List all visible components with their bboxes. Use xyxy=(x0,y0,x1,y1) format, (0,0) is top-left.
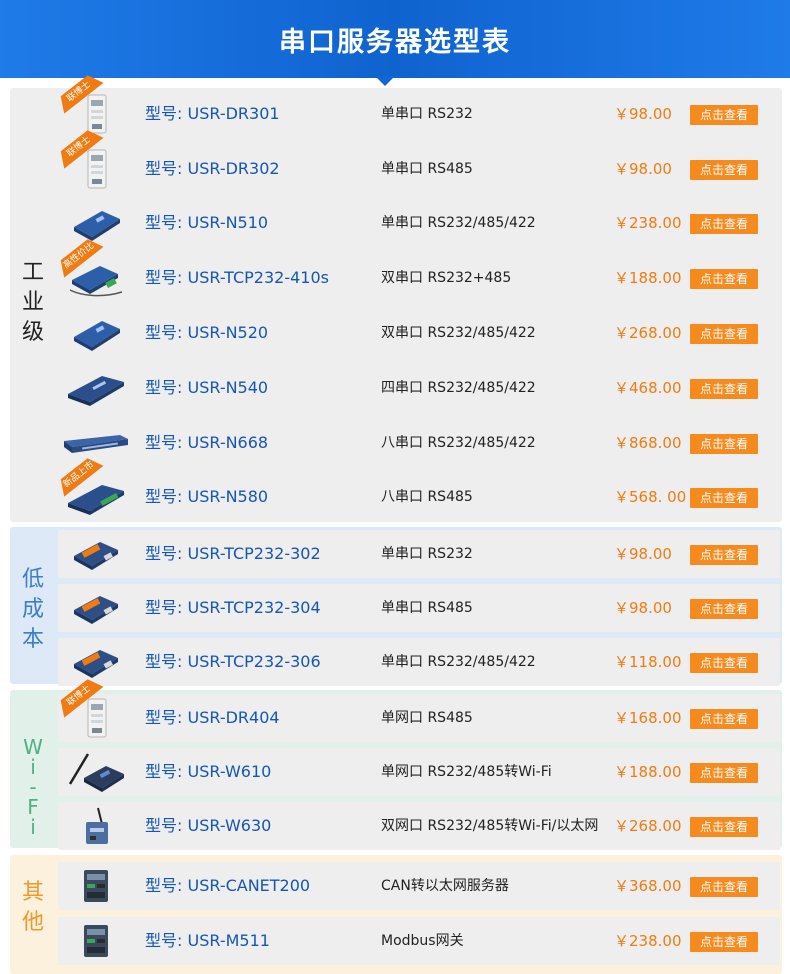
product-description: 八串口 RS232/485/422 xyxy=(381,435,536,451)
product-description: Modbus网关 xyxy=(381,933,464,949)
product-model: 型号: USR-TCP232-304 xyxy=(145,598,321,617)
group-label-char: F xyxy=(27,795,39,819)
product-image-icon xyxy=(62,532,128,576)
product-description: 单串口 RS485 xyxy=(381,161,473,177)
product-model: 型号: USR-N540 xyxy=(145,378,269,397)
page-title: 串口服务器选型表 xyxy=(279,26,511,58)
view-details-button[interactable]: 点击查看 xyxy=(690,709,758,729)
product-model: 型号: USR-W630 xyxy=(145,816,272,835)
product-model: 型号: USR-TCP232-410s xyxy=(145,268,329,287)
product-image-icon xyxy=(62,586,128,630)
product-description: 单串口 RS232/485/422 xyxy=(381,654,536,670)
page-header: 串口服务器选型表 xyxy=(0,0,790,78)
product-model: 型号: USR-N668 xyxy=(145,433,269,452)
group-label-char: 级 xyxy=(21,320,44,345)
view-details-button[interactable]: 点击查看 xyxy=(690,877,758,897)
group-label-char: 其 xyxy=(21,880,44,905)
product-model: 型号: USR-TCP232-302 xyxy=(145,544,321,563)
table-row: 型号: USR-TCP232-304 单串口 RS485 ￥98.00 点击查看 xyxy=(58,584,780,632)
view-details-button[interactable]: 点击查看 xyxy=(690,214,758,234)
group-label-char: 本 xyxy=(21,627,44,652)
product-model: 型号: USR-N580 xyxy=(145,487,269,506)
view-details-button[interactable]: 点击查看 xyxy=(690,269,758,289)
product-description: 四串口 RS232/485/422 xyxy=(381,380,536,396)
table-row: 型号: USR-N520 双串口 RS232/485/422 ￥268.00 点击查看 xyxy=(58,309,780,357)
group-label-char: - xyxy=(29,775,37,799)
product-description: 单串口 RS232 xyxy=(381,106,473,122)
product-image-icon xyxy=(62,864,128,908)
table-row: 型号: USR-N540 四串口 RS232/485/422 ￥468.00 点击查看 xyxy=(58,364,780,412)
product-model: 型号: USR-M511 xyxy=(145,931,270,950)
view-details-button[interactable]: 点击查看 xyxy=(690,160,758,180)
group-label-char: W xyxy=(23,735,43,759)
product-model: 型号: USR-DR301 xyxy=(145,104,280,123)
group-label-char: 业 xyxy=(21,290,44,315)
view-details-button[interactable]: 点击查看 xyxy=(690,932,758,952)
view-details-button[interactable]: 点击查看 xyxy=(690,763,758,783)
table-row: 型号: USR-TCP232-302 单串口 RS232 ￥98.00 点击查看 xyxy=(58,530,780,578)
product-description: 双串口 RS232+485 xyxy=(381,270,512,286)
product-image-icon xyxy=(62,640,128,684)
table-row: 联博士 型号: USR-DR301 单串口 RS232 ￥98.00 点击查看 xyxy=(58,90,780,138)
product-model: 型号: USR-TCP232-306 xyxy=(145,652,321,671)
view-details-button[interactable]: 点击查看 xyxy=(690,434,758,454)
table-row: 联博士 型号: USR-DR404 单网口 RS485 ￥168.00 点击查看 xyxy=(58,694,780,742)
product-image-icon xyxy=(62,421,128,465)
view-details-button[interactable]: 点击查看 xyxy=(690,653,758,673)
view-details-button[interactable]: 点击查看 xyxy=(690,379,758,399)
table-row: 型号: USR-N668 八串口 RS232/485/422 ￥868.00 点击查看 xyxy=(58,419,780,467)
header-notch xyxy=(375,76,395,86)
table-row: 高性价比 型号: USR-TCP232-410s 双串口 RS232+485 ￥188… xyxy=(58,254,780,302)
group-label-char: 低 xyxy=(21,567,44,592)
group-label-char: i xyxy=(30,815,36,839)
product-description: 单串口 RS232 xyxy=(381,546,473,562)
product-description: 单串口 RS485 xyxy=(381,600,473,616)
group-label-char: i xyxy=(30,755,36,779)
view-details-button[interactable]: 点击查看 xyxy=(690,324,758,344)
product-image-icon xyxy=(62,804,128,848)
product-image-icon xyxy=(62,750,128,794)
product-model: 型号: USR-W610 xyxy=(145,762,272,781)
table-row: 联博士 型号: USR-DR302 单串口 RS485 ￥98.00 点击查看 xyxy=(58,145,780,193)
view-details-button[interactable]: 点击查看 xyxy=(690,599,758,619)
table-row: 型号: USR-CANET200 CAN转以太网服务器 ￥368.00 点击查看 xyxy=(58,862,780,910)
product-description: CAN转以太网服务器 xyxy=(381,878,509,894)
product-image-icon xyxy=(62,311,128,355)
table-row: 新品上市 型号: USR-N580 八串口 RS485 ￥568. 00 点击查看 xyxy=(58,473,780,521)
product-description: 双串口 RS232/485/422 xyxy=(381,325,536,341)
group-label-char: 他 xyxy=(21,910,44,935)
product-model: 型号: USR-DR302 xyxy=(145,159,280,178)
group-label-other: 其他 xyxy=(18,878,48,938)
table-row: 型号: USR-M511 Modbus网关 ￥238.00 点击查看 xyxy=(58,917,780,965)
product-model: 型号: USR-N520 xyxy=(145,323,269,342)
product-model: 型号: USR-CANET200 xyxy=(145,876,311,895)
product-model: 型号: USR-DR404 xyxy=(145,708,280,727)
product-image-icon xyxy=(62,201,128,245)
group-label-wifi: Wi-Fi xyxy=(18,737,48,837)
product-description: 双网口 RS232/485转Wi-Fi/以太网 xyxy=(381,818,599,834)
group-label-lowcost: 低成本 xyxy=(18,565,48,655)
product-model: 型号: USR-N510 xyxy=(145,213,269,232)
product-description: 单网口 RS485 xyxy=(381,710,473,726)
view-details-button[interactable]: 点击查看 xyxy=(690,488,758,508)
view-details-button[interactable]: 点击查看 xyxy=(690,817,758,837)
table-row: 型号: USR-TCP232-306 单串口 RS232/485/422 ￥118.… xyxy=(58,638,780,686)
group-label-industrial: 工业级 xyxy=(18,258,48,348)
product-description: 八串口 RS485 xyxy=(381,489,473,505)
table-row: 型号: USR-N510 单串口 RS232/485/422 ￥238.00 点击查看 xyxy=(58,199,780,247)
product-image-icon xyxy=(62,366,128,410)
product-image-icon xyxy=(62,919,128,963)
table-row: 型号: USR-W610 单网口 RS232/485转Wi-Fi ￥188.00 点击… xyxy=(58,748,780,796)
product-description: 单网口 RS232/485转Wi-Fi xyxy=(381,764,552,780)
table-row: 型号: USR-W630 双网口 RS232/485转Wi-Fi/以太网 ￥268.… xyxy=(58,802,780,850)
view-details-button[interactable]: 点击查看 xyxy=(690,545,758,565)
product-description: 单串口 RS232/485/422 xyxy=(381,215,536,231)
group-label-char: 工 xyxy=(21,260,44,285)
group-label-char: 成 xyxy=(21,597,44,622)
view-details-button[interactable]: 点击查看 xyxy=(690,105,758,125)
